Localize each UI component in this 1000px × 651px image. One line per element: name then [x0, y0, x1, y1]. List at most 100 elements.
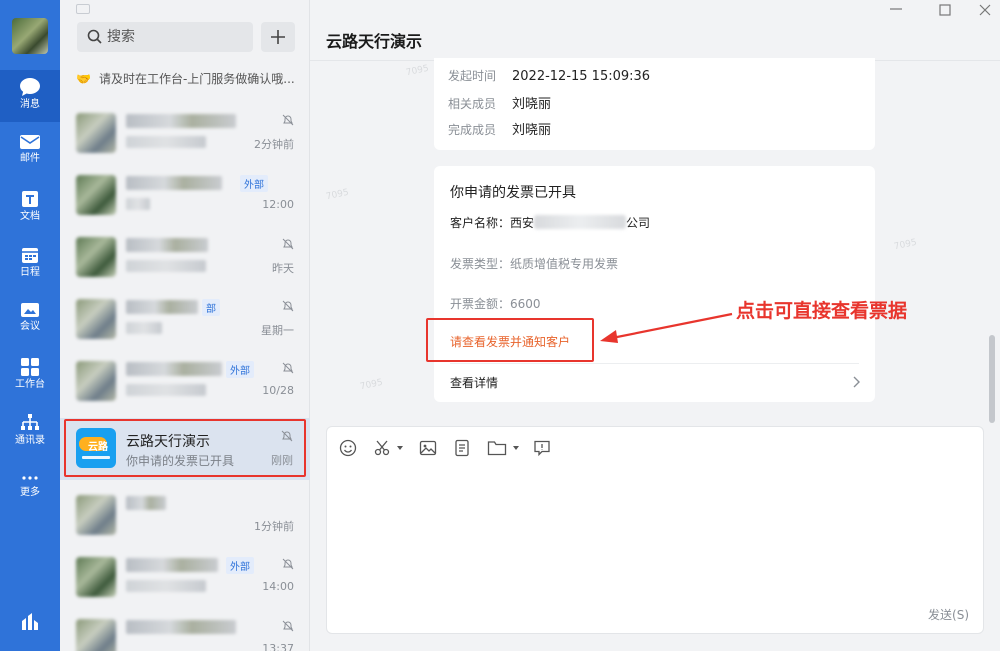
screenshot-scissors-icon[interactable] [373, 439, 391, 457]
user-avatar[interactable] [12, 18, 48, 54]
info-value: 2022-12-15 15:09:36 [512, 69, 651, 84]
workspace-logo-icon[interactable] [20, 612, 40, 632]
nav-label: 更多 [20, 487, 40, 498]
close-icon[interactable] [979, 4, 991, 16]
info-row: 相关成员 刘晓丽 [448, 93, 551, 112]
nav-item-more[interactable]: 更多 [0, 464, 60, 516]
calendar-icon [22, 248, 38, 263]
mute-bell-icon [282, 558, 294, 570]
info-row: 发起时间 2022-12-15 15:09:36 [448, 67, 650, 84]
blurred-preview [126, 322, 162, 334]
invoice-card-title: 你申请的发票已开具 [450, 185, 576, 201]
org-chart-icon [21, 414, 39, 430]
blurred-name [126, 496, 166, 510]
external-tag: 外部 [240, 175, 268, 192]
list-item[interactable]: 2分钟前 [60, 102, 310, 164]
list-item[interactable]: 外部 10/28 [60, 350, 310, 412]
dropdown-caret-icon[interactable] [397, 446, 403, 450]
nav-label: 消息 [20, 99, 40, 110]
info-value: 刘晓丽 [512, 123, 552, 138]
chat-title: 云路天行演示 [326, 32, 423, 51]
blurred-name [126, 558, 218, 572]
info-key: 完成成员 [448, 123, 497, 137]
notice-bar[interactable]: 🤝 请及时在工作台-上门服务做确认哦... [76, 70, 304, 90]
redacted-text [534, 215, 627, 229]
avatar [76, 175, 116, 215]
nav-item-meeting[interactable]: 会议 [0, 294, 60, 346]
grid-apps-icon [21, 358, 39, 376]
info-key: 发起时间 [448, 69, 497, 83]
mute-bell-icon [282, 114, 294, 126]
more-dots-icon [22, 476, 38, 480]
list-item[interactable]: 部 星期一 [60, 288, 310, 350]
list-item[interactable]: 13:37 [60, 608, 310, 651]
mute-bell-icon [282, 300, 294, 312]
list-item-time: 2分钟前 [254, 138, 294, 151]
blurred-name [126, 238, 208, 252]
blurred-name [126, 114, 236, 128]
message-input-area[interactable]: 发送(S) [326, 426, 984, 634]
annotation-arrow-icon [600, 312, 733, 343]
list-item-time: 1分钟前 [254, 520, 294, 533]
nav-item-messages[interactable]: 消息 [0, 70, 60, 122]
info-row: 完成成员 刘晓丽 [448, 119, 551, 138]
watermark: 7095 [325, 187, 350, 203]
view-details-link[interactable]: 查看详情 [450, 374, 498, 391]
nav-label: 会议 [20, 321, 40, 332]
collapse-sidebar-button[interactable] [76, 4, 90, 14]
invoice-type-value: 纸质增值税专用发票 [510, 257, 619, 271]
mute-bell-icon [282, 238, 294, 250]
list-item[interactable]: 外部 14:00 [60, 546, 310, 608]
send-button[interactable]: 发送(S) [928, 606, 969, 623]
mute-bell-icon [282, 620, 294, 632]
blurred-name [126, 362, 222, 376]
watermark: 7095 [893, 237, 918, 253]
invoice-type-row: 发票类型：纸质增值税专用发票 [450, 255, 618, 272]
list-item[interactable]: 1分钟前 [60, 484, 310, 546]
avatar [76, 495, 116, 535]
chevron-right-icon[interactable] [853, 376, 861, 388]
list-item[interactable]: 昨天 [60, 226, 310, 288]
avatar [76, 619, 116, 651]
image-icon[interactable] [419, 439, 437, 457]
dropdown-caret-icon[interactable] [513, 446, 519, 450]
amount-row: 开票金额：6600 [450, 295, 541, 312]
blurred-preview [126, 580, 206, 592]
nav-item-contacts[interactable]: 通讯录 [0, 406, 60, 458]
customer-row: 客户名称：西安 公司 [450, 214, 650, 231]
document-template-icon[interactable] [453, 439, 471, 457]
nav-item-workbench[interactable]: 工作台 [0, 350, 60, 402]
search-input[interactable] [107, 27, 247, 47]
blurred-preview [126, 384, 206, 396]
emoji-icon[interactable] [339, 439, 357, 457]
maximize-icon[interactable] [939, 4, 951, 16]
minimize-icon[interactable] [890, 8, 902, 10]
list-item-time: 昨天 [272, 262, 294, 275]
highlight-box [64, 419, 306, 477]
card-divider [450, 363, 859, 364]
customer-suffix: 公司 [626, 216, 651, 230]
blurred-name [126, 620, 236, 634]
nav-item-mail[interactable]: 邮件 [0, 126, 60, 178]
mute-bell-icon [282, 362, 294, 374]
blurred-name [126, 300, 198, 314]
blurred-name [126, 176, 222, 190]
plus-icon [271, 30, 285, 44]
avatar [76, 113, 116, 153]
info-value: 刘晓丽 [512, 97, 552, 112]
watermark: 7095 [405, 63, 430, 79]
list-item[interactable]: 外部 12:00 [60, 164, 310, 226]
message-alert-icon[interactable] [533, 439, 551, 457]
highlight-box [426, 318, 594, 362]
amount-value: 6600 [510, 297, 541, 311]
chat-scrollbar[interactable] [989, 335, 995, 423]
chat-bubble-icon [20, 78, 40, 96]
nav-label: 日程 [20, 267, 40, 278]
nav-item-docs[interactable]: 文档 [0, 182, 60, 234]
folder-icon[interactable] [487, 439, 507, 457]
search-box[interactable] [77, 22, 253, 52]
nav-item-calendar[interactable]: 日程 [0, 238, 60, 290]
add-button[interactable] [261, 22, 295, 52]
nav-label: 工作台 [15, 379, 45, 390]
search-icon [87, 29, 102, 44]
